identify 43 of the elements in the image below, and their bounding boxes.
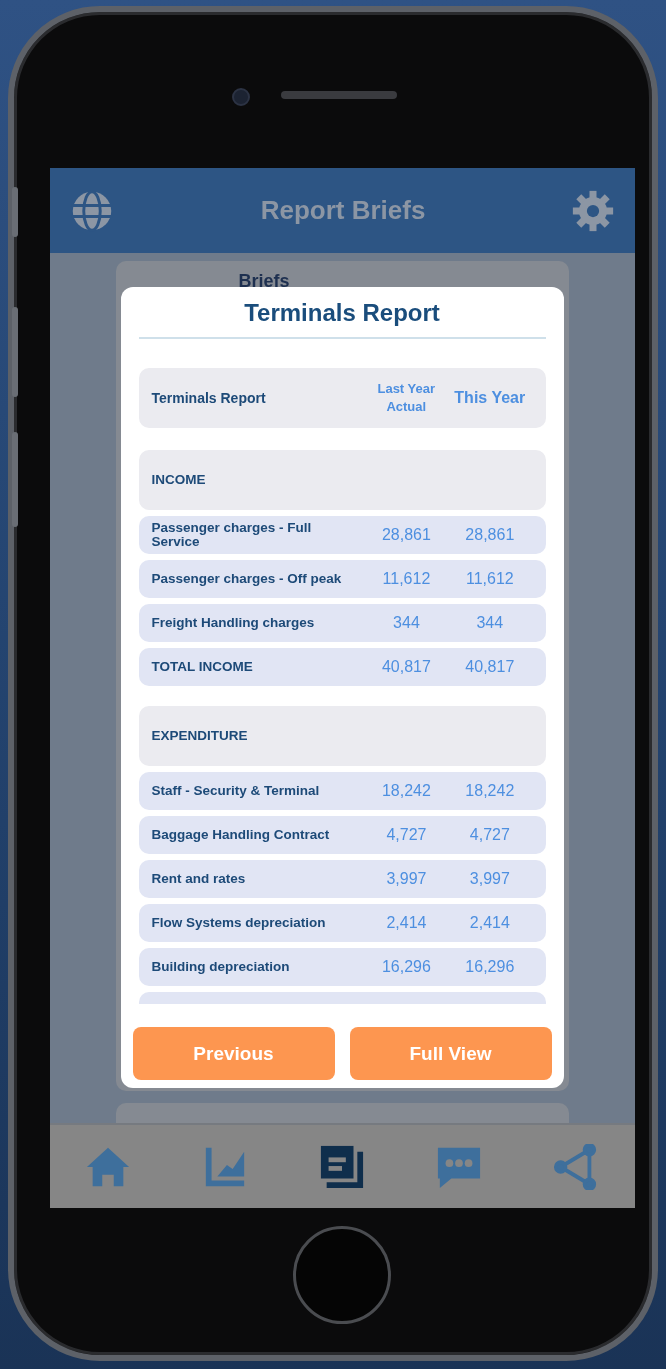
table-cell-text: 16,296 <box>464 958 516 976</box>
documents-icon <box>319 1143 365 1190</box>
column-header: Terminals Report <box>151 390 267 406</box>
column-header: Last Year Actual <box>376 379 437 416</box>
table-cell-text: 3,997 <box>468 870 511 888</box>
nav-tab[interactable] <box>319 1143 365 1190</box>
table-cell-text: 344 <box>392 614 421 632</box>
screen-title: Report Briefs <box>260 195 426 226</box>
card-title: Briefs <box>238 271 290 291</box>
share-icon <box>553 1143 599 1190</box>
globe-icon[interactable] <box>69 188 114 233</box>
camera-icon <box>232 88 250 106</box>
section-label: EXPENDITURE <box>151 728 249 744</box>
row-label: Freight Handling charges <box>151 615 316 631</box>
table-cell-text: 16,296 <box>380 958 432 976</box>
row-label: Rent and rates <box>151 871 247 887</box>
table-cell-text: 18,242 <box>380 782 432 800</box>
row-label: Staff - Security & Terminal <box>151 783 321 799</box>
row-label: Passenger charges - Full Service <box>151 520 313 550</box>
table-cell-text: 40,817 <box>464 658 516 676</box>
table-cell-text: 4,727 <box>385 826 428 844</box>
table-cell-text: 2,414 <box>468 914 511 932</box>
table-cell-text: 18,242 <box>464 782 516 800</box>
row-label: Flow Systems depreciation <box>151 915 327 931</box>
table-cell-text: 2,414 <box>385 914 428 932</box>
table-cell-text: 344 <box>475 614 505 632</box>
table-cell-text: 28,861 <box>464 526 516 544</box>
dialog-button[interactable]: Full View <box>349 1027 552 1080</box>
dialog-title: Terminals Report <box>138 299 546 339</box>
table-cell-text: 40,817 <box>380 658 432 676</box>
row-label: Baggage Handling Contract <box>151 827 331 843</box>
column-header: This Year <box>453 389 527 407</box>
table-cell-text: 4,727 <box>468 826 511 844</box>
table-cell-text: 28,861 <box>380 526 432 544</box>
table-cell-text: 11,612 <box>381 570 432 588</box>
row-label: Building depreciation <box>151 959 291 975</box>
table-cell-text: 3,997 <box>385 870 428 888</box>
row-label: Passenger charges - Off peak <box>151 571 343 587</box>
dialog-button[interactable]: Previous <box>132 1027 335 1080</box>
table-cell-text: 11,612 <box>464 570 515 588</box>
settings-icon[interactable] <box>572 189 615 232</box>
section-label: INCOME <box>151 472 207 488</box>
row-label: TOTAL INCOME <box>151 659 254 675</box>
